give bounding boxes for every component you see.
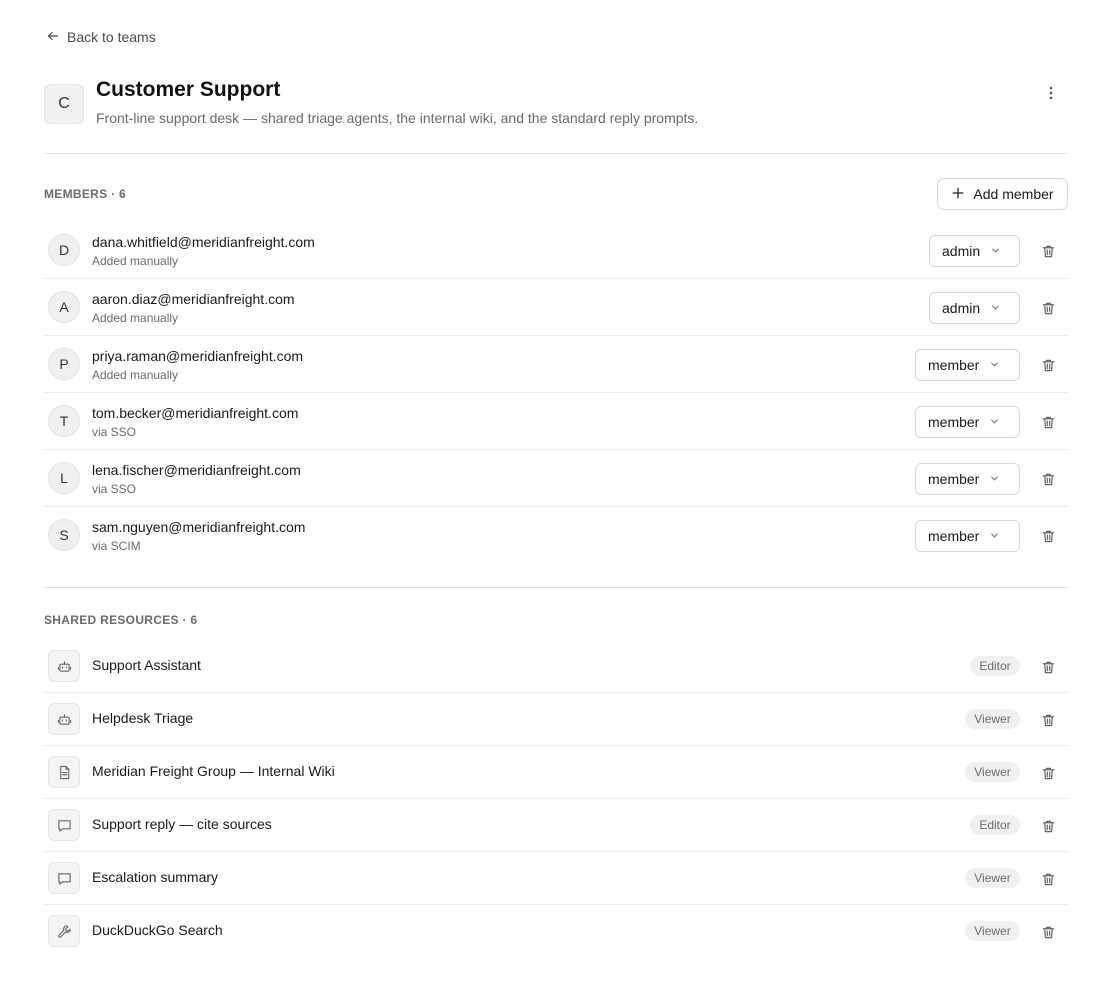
role-select[interactable]: member (915, 463, 1020, 495)
role-value: admin (942, 243, 981, 259)
permission-badge: Editor (970, 815, 1020, 835)
avatar: S (48, 519, 80, 551)
role-value: member (928, 357, 980, 373)
role-select[interactable]: member (915, 349, 1020, 381)
member-email: dana.whitfield@meridianfreight.com (92, 234, 315, 250)
resource-row: Support reply — cite sources Editor (44, 799, 1068, 852)
members-section-label: MEMBERS · 6 (44, 187, 126, 201)
add-member-label: Add member (973, 186, 1054, 202)
trash-icon[interactable] (1039, 764, 1057, 782)
member-row: S sam.nguyen@meridianfreight.com via SCI… (44, 507, 1068, 564)
trash-icon[interactable] (1039, 817, 1057, 835)
chat-bubble-icon (48, 809, 80, 841)
add-member-button[interactable]: Add member (937, 178, 1068, 210)
resource-row: Helpdesk Triage Viewer (44, 693, 1068, 746)
back-link-label: Back to teams (67, 29, 156, 45)
role-value: member (928, 528, 980, 544)
trash-icon[interactable] (1039, 711, 1057, 729)
back-to-teams-link[interactable]: Back to teams (46, 26, 156, 48)
chevron-down-icon (989, 357, 1000, 373)
trash-icon[interactable] (1039, 527, 1057, 545)
role-value: admin (942, 300, 981, 316)
trash-icon[interactable] (1039, 470, 1057, 488)
more-options-icon[interactable] (1040, 82, 1062, 104)
member-row: A aaron.diaz@meridianfreight.com Added m… (44, 279, 1068, 336)
resource-row: DuckDuckGo Search Viewer (44, 905, 1068, 958)
bot-icon (48, 703, 80, 735)
trash-icon[interactable] (1039, 356, 1057, 374)
resource-name: Helpdesk Triage (92, 710, 194, 726)
member-source: via SSO (92, 482, 137, 496)
trash-icon[interactable] (1039, 242, 1057, 260)
avatar: T (48, 405, 80, 437)
arrow-left-icon (46, 29, 60, 46)
member-email: lena.fischer@meridianfreight.com (92, 462, 301, 478)
role-select[interactable]: admin (929, 292, 1020, 324)
member-source: via SCIM (92, 539, 141, 553)
avatar: A (48, 291, 80, 323)
resource-name: Escalation summary (92, 869, 219, 885)
plus-icon (951, 186, 965, 203)
avatar: P (48, 348, 80, 380)
avatar: D (48, 234, 80, 266)
trash-icon[interactable] (1039, 923, 1057, 941)
role-select[interactable]: admin (929, 235, 1020, 267)
permission-badge: Viewer (965, 921, 1020, 941)
resource-name: Support Assistant (92, 657, 201, 673)
section-divider (44, 587, 1068, 588)
member-row: P priya.raman@meridianfreight.com Added … (44, 336, 1068, 393)
role-select[interactable]: member (915, 406, 1020, 438)
trash-icon[interactable] (1039, 870, 1057, 888)
wrench-icon (48, 915, 80, 947)
permission-badge: Viewer (965, 762, 1020, 782)
member-source: via SSO (92, 425, 137, 439)
resource-row: Escalation summary Viewer (44, 852, 1068, 905)
permission-badge: Viewer (965, 868, 1020, 888)
role-value: member (928, 471, 980, 487)
page-title: Customer Support (96, 78, 281, 101)
chevron-down-icon (989, 471, 1000, 487)
chevron-down-icon (989, 528, 1000, 544)
role-select[interactable]: member (915, 520, 1020, 552)
member-row: D dana.whitfield@meridianfreight.com Add… (44, 222, 1068, 279)
member-row: L lena.fischer@meridianfreight.com via S… (44, 450, 1068, 507)
role-value: member (928, 414, 980, 430)
members-list: D dana.whitfield@meridianfreight.com Add… (44, 222, 1068, 564)
resources-list: Support Assistant Editor Helpdesk Triage… (44, 640, 1068, 958)
chevron-down-icon (990, 243, 1001, 259)
member-source: Added manually (92, 254, 179, 268)
resource-name: Meridian Freight Group — Internal Wiki (92, 763, 335, 779)
member-email: tom.becker@meridianfreight.com (92, 405, 299, 421)
resources-section-label: SHARED RESOURCES · 6 (44, 613, 198, 627)
member-email: priya.raman@meridianfreight.com (92, 348, 304, 364)
trash-icon[interactable] (1039, 658, 1057, 676)
header-divider (44, 153, 1068, 154)
bot-icon (48, 650, 80, 682)
member-email: aaron.diaz@meridianfreight.com (92, 291, 295, 307)
avatar: L (48, 462, 80, 494)
chevron-down-icon (989, 414, 1000, 430)
team-description: Front-line support desk — shared triage … (96, 110, 699, 126)
resource-name: Support reply — cite sources (92, 816, 272, 832)
team-avatar: C (44, 84, 84, 124)
resource-row: Meridian Freight Group — Internal Wiki V… (44, 746, 1068, 799)
trash-icon[interactable] (1039, 299, 1057, 317)
resource-name: DuckDuckGo Search (92, 922, 223, 938)
permission-badge: Viewer (965, 709, 1020, 729)
member-row: T tom.becker@meridianfreight.com via SSO… (44, 393, 1068, 450)
member-source: Added manually (92, 368, 179, 382)
chevron-down-icon (990, 300, 1001, 316)
chat-bubble-icon (48, 862, 80, 894)
permission-badge: Editor (970, 656, 1020, 676)
resource-row: Support Assistant Editor (44, 640, 1068, 693)
document-icon (48, 756, 80, 788)
member-email: sam.nguyen@meridianfreight.com (92, 519, 306, 535)
trash-icon[interactable] (1039, 413, 1057, 431)
member-source: Added manually (92, 311, 179, 325)
